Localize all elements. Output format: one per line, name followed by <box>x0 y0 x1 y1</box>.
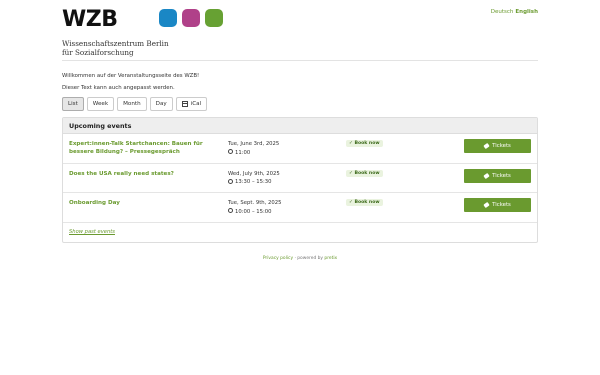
event-datetime: Tue, Sept. 9th, 2025 10:00 – 15:00 <box>228 199 282 216</box>
tickets-label: Tickets <box>492 143 511 149</box>
tickets-button[interactable]: Tickets <box>464 139 531 153</box>
language-switcher: Deutsch English <box>491 9 538 15</box>
view-list-button[interactable]: List <box>62 97 84 111</box>
footer-separator: · <box>294 256 296 261</box>
event-date: Wed, July 9th, 2025 <box>228 170 280 177</box>
view-week-button[interactable]: Week <box>86 97 115 111</box>
events-panel: Upcoming events Expert:innen-Talk Startc… <box>62 117 538 243</box>
event-title-link[interactable]: Expert:innen-Talk Startchancen: Bauen fü… <box>69 140 214 156</box>
show-past-events-link[interactable]: Show past events <box>69 229 115 235</box>
language-en-link[interactable]: English <box>515 9 538 15</box>
event-datetime: Wed, July 9th, 2025 13:30 – 15:30 <box>228 170 280 187</box>
intro-text: Willkommen auf der Veranstaltungsseite d… <box>62 70 199 94</box>
logo-subtitle: Wissenschaftszentrum Berlin für Sozialfo… <box>62 39 169 57</box>
pretix-link[interactable]: pretix <box>324 256 337 261</box>
tickets-button[interactable]: Tickets <box>464 168 531 183</box>
events-heading: Upcoming events <box>63 118 537 134</box>
logo-wordmark: WZB <box>62 7 118 32</box>
event-date: Tue, June 3rd, 2025 <box>228 141 280 147</box>
powered-by-text: powered by <box>297 256 324 261</box>
ical-button[interactable]: iCal <box>175 97 208 111</box>
logo-dot-magenta <box>182 9 200 27</box>
clock-icon <box>228 149 233 154</box>
ticket-icon <box>483 172 490 179</box>
language-de-link[interactable]: Deutsch <box>491 9 514 15</box>
logo-dot-blue <box>159 9 177 27</box>
event-datetime: Tue, June 3rd, 2025 11:00 <box>228 140 279 157</box>
event-time-wrap: 13:30 – 15:30 <box>228 178 280 187</box>
tickets-label: Tickets <box>492 172 511 179</box>
event-time: 13:30 – 15:30 <box>235 179 272 185</box>
logo-subtitle-line2: für Sozialforschung <box>62 47 134 57</box>
intro-line2: Dieser Text kann auch angepasst werden. <box>62 85 175 91</box>
event-row: Onboarding Day Tue, Sept. 9th, 2025 10:0… <box>63 193 537 223</box>
availability-label: Book now <box>354 170 380 176</box>
clock-icon <box>228 178 233 184</box>
view-day-button[interactable]: Day <box>149 97 173 111</box>
availability-label: Book now <box>354 200 380 205</box>
tickets-button[interactable]: Tickets <box>464 198 531 212</box>
intro-line1: Willkommen auf der Veranstaltungsseite d… <box>62 73 200 79</box>
clock-icon <box>228 208 233 213</box>
view-switcher: List Week Month Day iCal <box>62 97 208 111</box>
availability-badge: ✓ Book now <box>346 140 383 147</box>
ticket-icon <box>483 201 490 209</box>
availability-label: Book now <box>354 141 380 146</box>
event-time-wrap: 10:00 – 15:00 <box>228 208 282 217</box>
availability-badge: ✓ Book now <box>346 199 383 206</box>
event-row: Expert:innen-Talk Startchancen: Bauen fü… <box>63 134 537 164</box>
event-time-wrap: 11:00 <box>228 149 279 158</box>
view-month-button[interactable]: Month <box>117 97 147 111</box>
footer: Privacy policy · powered by pretix <box>0 256 600 261</box>
event-time: 10:00 – 15:00 <box>235 208 272 215</box>
calendar-icon <box>181 101 188 107</box>
wzb-logo: WZB <box>62 9 118 31</box>
ticket-icon <box>483 142 490 150</box>
logo-dot-green <box>205 9 223 27</box>
availability-badge: ✓ Book now <box>346 169 383 177</box>
header-divider <box>62 60 538 61</box>
event-date: Tue, Sept. 9th, 2025 <box>228 200 282 206</box>
event-title-link[interactable]: Does the USA really need states? <box>69 170 214 178</box>
tickets-label: Tickets <box>492 202 511 208</box>
privacy-policy-link[interactable]: Privacy policy <box>263 256 293 261</box>
logo-dots <box>159 9 223 27</box>
event-time: 11:00 <box>235 149 251 156</box>
event-row: Does the USA really need states? Wed, Ju… <box>63 164 537 193</box>
event-title-link[interactable]: Onboarding Day <box>69 199 214 207</box>
ical-label: iCal <box>190 101 202 107</box>
